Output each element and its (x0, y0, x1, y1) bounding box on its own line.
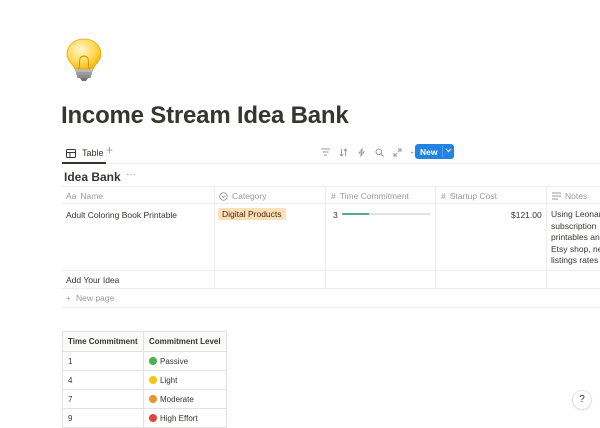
category-tag[interactable]: Digital Products (218, 208, 286, 220)
table-cell[interactable]: Light (143, 370, 227, 390)
table-row: 4 Light (62, 370, 227, 390)
table-header-cell: Time Commitment (62, 331, 144, 352)
database-menu-icon[interactable]: ··· (126, 169, 136, 180)
table-cell[interactable]: 7 (62, 389, 144, 409)
row-divider (62, 203, 600, 204)
column-header-category[interactable]: Category (219, 191, 267, 201)
table-cell[interactable]: 1 (62, 351, 144, 371)
commitment-legend-table: Time Commitment Commitment Level 1 Passi… (62, 331, 227, 428)
notes-line: Using Leonar (551, 209, 600, 219)
column-header-label: Name (80, 191, 104, 201)
notes-line: Etsy shop, ne (551, 243, 600, 254)
column-header-name[interactable]: Aa Name (66, 191, 103, 201)
notes-line: listings rates (551, 255, 599, 266)
column-header-time-commitment[interactable]: # Time Commitment (331, 191, 409, 201)
startup-cost-value[interactable]: $121.00 (511, 210, 542, 220)
column-header-label: Startup Cost (449, 191, 497, 201)
new-button-label: New (420, 146, 438, 157)
table-cell[interactable]: Moderate (143, 389, 227, 409)
red-circle-icon (149, 413, 157, 422)
database-title[interactable]: Idea Bank (64, 170, 121, 184)
column-divider (435, 187, 436, 288)
row-divider (62, 288, 600, 289)
row-divider (62, 270, 600, 271)
expand-icon[interactable] (392, 147, 402, 157)
green-circle-icon (149, 356, 157, 365)
new-button[interactable]: New (415, 144, 454, 159)
notes-line: subscription (551, 220, 597, 231)
tab-label: Table (82, 148, 104, 158)
table-header-cell: Commitment Level (143, 331, 227, 352)
level-label: Moderate (160, 394, 194, 404)
column-divider (214, 187, 215, 288)
add-view-button[interactable]: + (106, 143, 113, 157)
sort-icon[interactable] (338, 147, 348, 157)
level-label: Light (160, 375, 178, 385)
tab-table-view[interactable]: Table (66, 145, 104, 161)
column-header-startup-cost[interactable]: # Startup Cost (441, 191, 497, 201)
column-header-notes[interactable]: Notes (552, 191, 587, 201)
row-name-cell[interactable]: Adult Coloring Book Printable (66, 210, 177, 220)
new-page-button[interactable]: + New page (66, 293, 114, 303)
table-row: 7 Moderate (62, 389, 227, 409)
table-cell[interactable]: 4 (62, 370, 144, 390)
row-name-cell[interactable]: Add Your Idea (66, 275, 119, 285)
table-cell[interactable]: High Effort (143, 408, 227, 428)
chevron-down-icon[interactable] (445, 144, 452, 159)
notes-cell[interactable]: Using Leonar subscription printables an … (551, 209, 600, 267)
notes-line: printables an (551, 232, 600, 243)
number-icon: # (441, 191, 446, 201)
row-divider (62, 307, 600, 308)
number-icon: # (331, 191, 336, 201)
text-prefix-icon: Aa (66, 191, 77, 201)
table-row: 9 High Effort (62, 408, 227, 428)
help-button[interactable]: ? (573, 391, 591, 409)
view-toolbar (320, 145, 420, 159)
table-header-row: Time Commitment Commitment Level (62, 331, 227, 352)
help-label: ? (579, 394, 585, 405)
new-page-label: New page (75, 293, 115, 303)
header-top-border (62, 186, 600, 187)
select-icon (219, 191, 228, 201)
table-cell[interactable]: 9 (62, 408, 144, 428)
yellow-circle-icon (149, 375, 157, 384)
search-icon[interactable] (374, 147, 384, 157)
column-divider (546, 187, 547, 288)
orange-circle-icon (149, 394, 157, 403)
filter-icon[interactable] (320, 147, 330, 157)
page-title[interactable]: Income Stream Idea Bank (61, 102, 349, 130)
automation-bolt-icon[interactable] (356, 147, 366, 157)
text-lines-icon (552, 192, 561, 200)
level-label: High Effort (160, 413, 198, 423)
table-icon (66, 148, 76, 158)
table-row: 1 Passive (62, 351, 227, 371)
progress-fill (342, 213, 369, 215)
plus-icon: + (66, 293, 71, 303)
column-header-label: Category (232, 191, 267, 201)
column-divider (325, 187, 326, 288)
tab-divider (62, 163, 600, 164)
column-header-label: Notes (565, 191, 588, 201)
time-commitment-value[interactable]: 3 (333, 210, 338, 220)
level-label: Passive (160, 356, 189, 366)
lightbulb-icon (66, 38, 102, 81)
new-button-divider (442, 146, 443, 157)
time-commitment-progress (342, 213, 431, 215)
column-header-label: Time Commitment (339, 191, 409, 201)
table-cell[interactable]: Passive (143, 351, 227, 371)
active-tab-underline (62, 162, 106, 164)
